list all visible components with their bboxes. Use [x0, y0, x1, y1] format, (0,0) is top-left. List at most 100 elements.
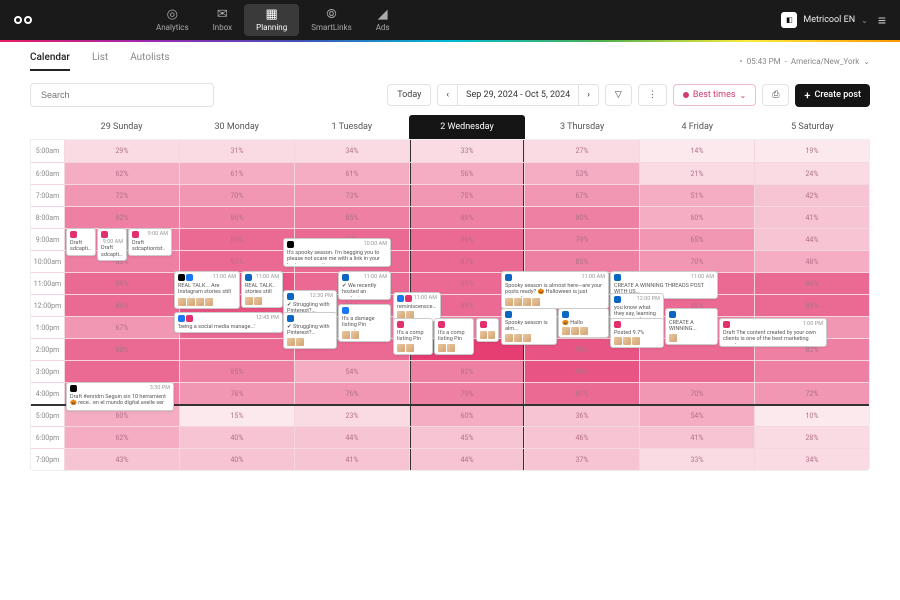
timeslot[interactable]: 10% — [755, 406, 869, 426]
filter-button[interactable]: ▽ — [605, 84, 632, 106]
timeslot[interactable]: 76% — [295, 383, 410, 404]
timeslot[interactable] — [755, 361, 869, 382]
timeslot[interactable]: 88% — [410, 207, 525, 228]
timeslot[interactable]: 61% — [295, 163, 410, 184]
timeslot[interactable]: 82% — [65, 207, 180, 228]
timeslot[interactable]: 75% — [410, 185, 525, 206]
timeslot[interactable]: 94% — [525, 361, 640, 382]
timeslot[interactable]: 76% — [180, 383, 295, 404]
timeslot[interactable]: 87% — [525, 383, 640, 404]
timeslot[interactable]: 46% — [525, 427, 640, 448]
timeslot[interactable]: 40% — [180, 449, 295, 470]
timeslot[interactable]: 54% — [295, 361, 410, 382]
post-card[interactable]: Posted 9.7% — [610, 318, 664, 348]
timeslot[interactable]: 44% — [755, 229, 869, 250]
next-week-button[interactable]: › — [579, 85, 598, 105]
timeslot[interactable]: 48% — [755, 251, 869, 272]
timeslot[interactable]: 24% — [755, 163, 869, 184]
timeslot[interactable]: 80% — [525, 207, 640, 228]
account-switcher[interactable]: ◧ Metricool EN ⌄ — [781, 12, 867, 28]
timeslot[interactable]: 36% — [525, 406, 640, 426]
search-input[interactable] — [30, 83, 214, 107]
timeslot[interactable] — [65, 361, 180, 382]
timeslot[interactable]: 70% — [180, 185, 295, 206]
timeslot[interactable]: 43% — [65, 449, 180, 470]
timeslot[interactable]: 34% — [295, 140, 410, 162]
day-header[interactable]: 2 Wednesday — [409, 115, 524, 139]
timeslot[interactable]: 41% — [295, 449, 410, 470]
day-header[interactable]: 5 Saturday — [755, 115, 870, 139]
timeslot[interactable]: 41% — [640, 427, 755, 448]
timeslot[interactable]: 85% — [180, 361, 295, 382]
timeslot[interactable]: 42% — [755, 185, 869, 206]
timeslot[interactable] — [640, 361, 755, 382]
logo[interactable] — [14, 15, 34, 25]
timeslot[interactable]: 92% — [180, 251, 295, 272]
timeslot[interactable]: 61% — [180, 163, 295, 184]
nav-tab-analytics[interactable]: ◎Analytics — [144, 4, 201, 36]
post-card[interactable]: 11:00 AM✔ We recently hosted an exclusiv… — [338, 271, 391, 300]
post-card[interactable]: 11:00 AMREAL TALK.. stories still — [241, 271, 283, 308]
timeslot[interactable]: 79% — [410, 383, 525, 404]
today-button[interactable]: Today — [387, 84, 431, 106]
timeslot[interactable]: 28% — [755, 427, 869, 448]
timeslot[interactable]: 67% — [65, 317, 180, 338]
post-card[interactable]: Draft sdcaptionstip — [66, 228, 96, 256]
post-card[interactable]: It's a comp listing Pin — [434, 318, 474, 355]
timeslot[interactable]: 89% — [65, 273, 180, 294]
timeslot[interactable]: 45% — [410, 427, 525, 448]
prev-week-button[interactable]: ‹ — [438, 85, 458, 105]
timeslot[interactable]: 72% — [65, 185, 180, 206]
timeslot[interactable]: 85% — [525, 251, 640, 272]
timeslot[interactable]: 86% — [180, 207, 295, 228]
timeslot[interactable]: 88% — [65, 339, 180, 360]
post-card[interactable]: 10:00 AMIt's spooky season. I'm begging … — [283, 238, 391, 267]
post-card[interactable]: 1:00 PMDraft The content created by your… — [719, 318, 827, 347]
print-button[interactable]: ⎙ — [762, 84, 789, 106]
timeslot[interactable]: 33% — [410, 140, 525, 162]
timeslot[interactable]: 85% — [755, 295, 869, 316]
post-card[interactable]: It's a damage listing Pin simply... — [338, 304, 391, 342]
timeslot[interactable]: 70% — [640, 251, 755, 272]
timeslot[interactable]: 54% — [640, 406, 755, 426]
timeslot[interactable]: 41% — [755, 207, 869, 228]
timeslot[interactable]: 65% — [640, 229, 755, 250]
timeslot[interactable]: 23% — [295, 406, 410, 426]
menu-icon[interactable]: ≡ — [878, 12, 886, 29]
timeslot[interactable]: 29% — [65, 140, 180, 162]
post-card[interactable]: CREATE A WINNING... — [665, 308, 718, 345]
timeslot[interactable]: 87% — [410, 251, 525, 272]
day-header[interactable]: 1 Tuesday — [294, 115, 409, 139]
subtab-calendar[interactable]: Calendar — [30, 52, 70, 71]
timeslot[interactable]: 62% — [65, 163, 180, 184]
timeslot[interactable]: 37% — [525, 449, 640, 470]
timeslot[interactable]: 33% — [640, 449, 755, 470]
timeslot[interactable]: 14% — [640, 140, 755, 162]
timeslot[interactable]: 31% — [180, 140, 295, 162]
day-header[interactable]: 4 Friday — [640, 115, 755, 139]
timeslot[interactable]: 19% — [755, 140, 869, 162]
timeslot[interactable]: 27% — [525, 140, 640, 162]
timeslot[interactable]: 60% — [640, 207, 755, 228]
post-card[interactable]: 3:30 PMDraft #enridm Seguin sin 10 herra… — [66, 382, 174, 411]
timeslot[interactable]: 70% — [640, 383, 755, 404]
timeslot[interactable]: 79% — [525, 229, 640, 250]
post-card[interactable]: ✔ Struggling with Pinterest?... — [283, 312, 337, 349]
timeslot[interactable]: 34% — [755, 449, 869, 470]
post-card[interactable]: Spooky season is alm... — [501, 308, 557, 345]
day-header[interactable]: 3 Thursday — [525, 115, 640, 139]
timeslot[interactable]: 60% — [410, 406, 525, 426]
post-card[interactable]: 12:45 PM'being a social media manage...' — [174, 312, 283, 333]
timeslot[interactable]: 40% — [180, 427, 295, 448]
timeslot[interactable]: 67% — [525, 185, 640, 206]
day-header[interactable]: 30 Monday — [179, 115, 294, 139]
post-card[interactable]: 🎃 Hallo — [558, 308, 609, 338]
timeslot[interactable]: 73% — [295, 185, 410, 206]
timeslot[interactable]: 85% — [295, 207, 410, 228]
create-post-button[interactable]: + Create post — [795, 84, 870, 107]
timeslot[interactable]: 15% — [180, 406, 295, 426]
post-card[interactable]: 9:00 AMDraft sdcaptiontst.. — [97, 228, 127, 261]
timeslot[interactable]: 44% — [295, 427, 410, 448]
timezone-indicator[interactable]: ◔ 05:43 PM - America/New_York ⌄ — [738, 57, 870, 66]
timeslot[interactable]: 86% — [755, 273, 869, 294]
